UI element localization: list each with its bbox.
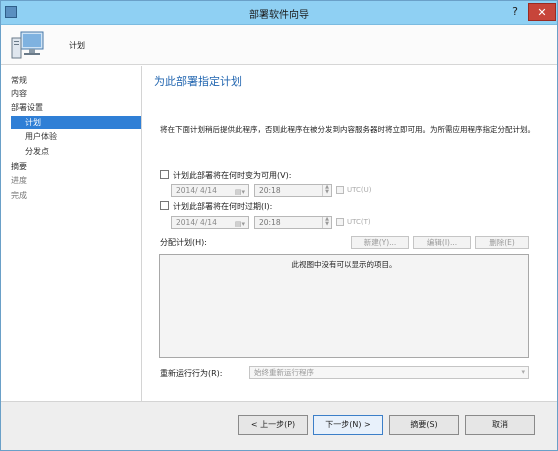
computer-icon [11, 31, 44, 59]
nav-item-scheduling[interactable]: 计划 [11, 116, 141, 129]
rerun-behavior-select[interactable]: 始终重新运行程序 ▾ [249, 366, 529, 379]
time-spinner-icon[interactable]: ▲ ▼ [322, 217, 331, 228]
title-bar[interactable]: 部署软件向导 ? ✕ [1, 1, 557, 25]
nav-item-summary[interactable]: 摘要 [11, 160, 131, 173]
nav-item-user-experience[interactable]: 用户体验 [25, 130, 135, 143]
help-button[interactable]: ? [504, 3, 526, 21]
nav-item-general[interactable]: 常规 [11, 74, 131, 87]
chevron-down-icon: ▾ [521, 368, 525, 376]
assignment-schedule-label: 分配计划(H): [160, 238, 207, 247]
available-checkbox[interactable] [160, 170, 169, 179]
calendar-dropdown-icon[interactable]: ▤▾ [235, 187, 245, 198]
summary-button[interactable]: 摘要(S) [389, 415, 459, 435]
expire-utc-label: UTC(T) [347, 218, 371, 226]
section-heading: 为此部署指定计划 [154, 75, 242, 88]
available-time-input[interactable]: 20:18 ▲ ▼ [254, 184, 332, 197]
wizard-header: 计划 [1, 25, 557, 65]
deploy-software-wizard-window: 部署软件向导 ? ✕ 计划 常规 内容 部署设置 计划 用户体验 分发点 摘要 … [0, 0, 558, 451]
calendar-dropdown-icon[interactable]: ▤▾ [235, 219, 245, 230]
available-utc-label: UTC(U) [347, 186, 372, 194]
expire-time-value: 20:18 [259, 218, 281, 227]
main-panel: 为此部署指定计划 将在下面计划稍后提供此程序，否则此程序在被分发到内容服务器时将… [143, 66, 557, 401]
rerun-behavior-value: 始终重新运行程序 [254, 368, 314, 377]
time-spinner-icon[interactable]: ▲ ▼ [322, 185, 331, 196]
cancel-button[interactable]: 取消 [465, 415, 535, 435]
window-title: 部署软件向导 [249, 10, 309, 21]
edit-schedule-button[interactable]: 编辑(I)... [413, 236, 471, 249]
expire-checkbox[interactable] [160, 201, 169, 210]
expire-utc-checkbox[interactable] [336, 218, 344, 226]
expire-date-picker[interactable]: 2014/ 4/14 ▤▾ [171, 216, 249, 229]
available-label: 计划此部署将在何时变为可用(V): [173, 171, 292, 180]
new-schedule-button[interactable]: 新建(Y)... [351, 236, 409, 249]
expire-date-value: 2014/ 4/14 [176, 218, 217, 227]
delete-schedule-button[interactable]: 删除(E) [475, 236, 529, 249]
available-time-value: 20:18 [259, 186, 281, 195]
rerun-behavior-label: 重新运行行为(R): [160, 369, 223, 378]
wizard-footer: < 上一步(P) 下一步(N) > 摘要(S) 取消 [1, 401, 557, 450]
close-button[interactable]: ✕ [528, 3, 556, 21]
previous-button[interactable]: < 上一步(P) [238, 415, 308, 435]
expire-label: 计划此部署将在何时过期(I): [173, 202, 273, 211]
nav-item-distribution-points[interactable]: 分发点 [25, 145, 135, 158]
available-date-picker[interactable]: 2014/ 4/14 ▤▾ [171, 184, 249, 197]
expire-time-input[interactable]: 20:18 ▲ ▼ [254, 216, 332, 229]
assignment-schedule-list[interactable]: 此视图中没有可以显示的项目。 [159, 254, 529, 358]
next-button[interactable]: 下一步(N) > [313, 415, 383, 435]
available-date-value: 2014/ 4/14 [176, 186, 217, 195]
empty-list-message: 此视图中没有可以显示的项目。 [291, 260, 397, 269]
nav-item-content[interactable]: 内容 [11, 87, 131, 100]
schedule-description: 将在下面计划稍后提供此程序，否则此程序在被分发到内容服务器时将立即可用。为所需应… [160, 125, 535, 134]
available-utc-checkbox[interactable] [336, 186, 344, 194]
wizard-nav: 常规 内容 部署设置 计划 用户体验 分发点 摘要 进度 完成 [1, 66, 142, 401]
nav-item-deployment-settings[interactable]: 部署设置 [11, 101, 131, 114]
page-title: 计划 [69, 41, 85, 50]
nav-item-completion: 完成 [11, 191, 27, 200]
nav-item-progress: 进度 [11, 176, 27, 185]
